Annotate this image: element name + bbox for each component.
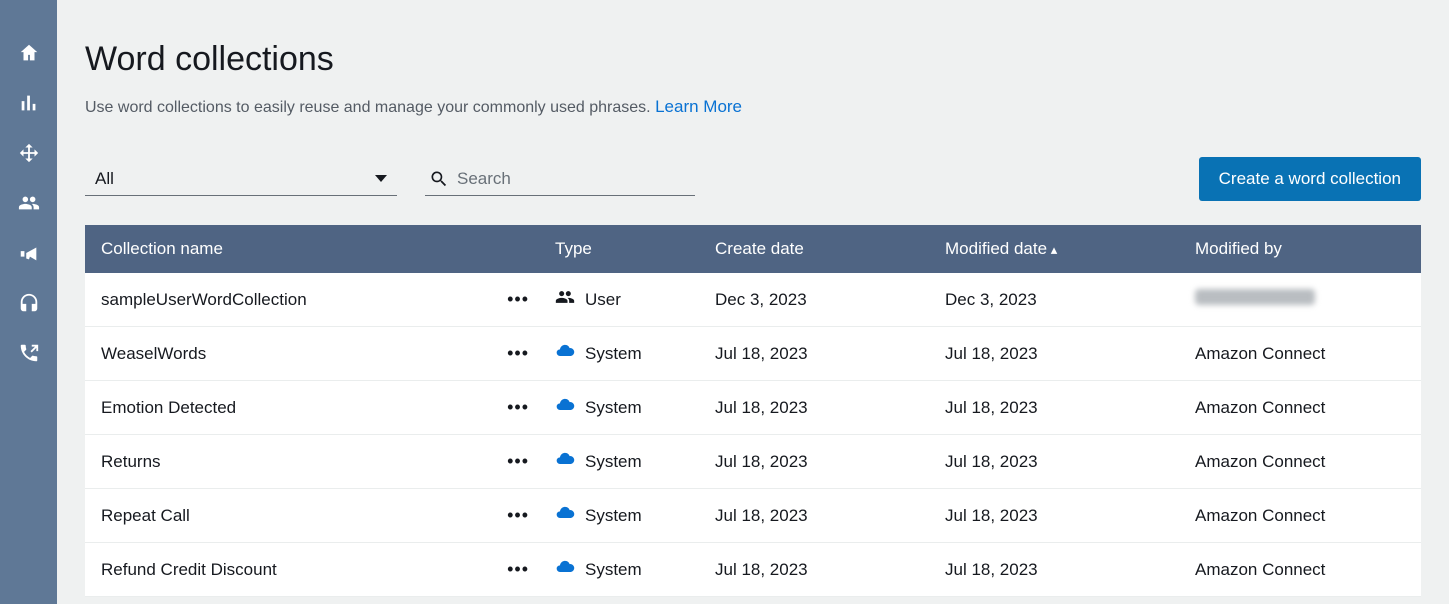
- modified-date: Jul 18, 2023: [929, 489, 1179, 543]
- type-label: System: [585, 560, 642, 580]
- phone-icon[interactable]: [18, 342, 40, 364]
- table-row: WeaselWords ••• System Jul 18, 2023Jul 18, …: [85, 327, 1421, 381]
- row-actions: •••: [485, 273, 539, 327]
- modified-by: Amazon Connect: [1179, 327, 1421, 381]
- type-cell: User: [539, 273, 699, 327]
- create-date: Jul 18, 2023: [699, 489, 929, 543]
- type-label: System: [585, 398, 642, 418]
- row-actions: •••: [485, 327, 539, 381]
- more-actions-icon[interactable]: •••: [507, 343, 529, 363]
- search-icon: [429, 169, 449, 189]
- users-icon[interactable]: [18, 192, 40, 214]
- cloud-icon: [555, 341, 575, 366]
- cloud-icon: [555, 557, 575, 582]
- col-modified-by[interactable]: Modified by: [1179, 225, 1421, 273]
- description-text: Use word collections to easily reuse and…: [85, 99, 651, 116]
- more-actions-icon[interactable]: •••: [507, 289, 529, 309]
- create-date: Jul 18, 2023: [699, 543, 929, 597]
- type-cell: System: [539, 543, 699, 597]
- cloud-icon: [555, 503, 575, 528]
- main-content: Word collections Use word collections to…: [57, 0, 1449, 604]
- modified-by: [1179, 273, 1421, 327]
- col-modified-date[interactable]: Modified date: [929, 225, 1179, 273]
- collection-name-link[interactable]: Emotion Detected: [85, 381, 485, 435]
- table-row: Emotion Detected ••• System Jul 18, 2023Jul…: [85, 381, 1421, 435]
- collection-name-link[interactable]: Refund Credit Discount: [85, 543, 485, 597]
- collection-name-link[interactable]: sampleUserWordCollection: [85, 273, 485, 327]
- row-actions: •••: [485, 435, 539, 489]
- redacted-value: [1195, 289, 1315, 305]
- type-cell: System: [539, 327, 699, 381]
- type-label: User: [585, 290, 621, 310]
- modified-date: Dec 3, 2023: [929, 273, 1179, 327]
- user-icon: [555, 287, 575, 312]
- type-cell: System: [539, 381, 699, 435]
- col-create-date[interactable]: Create date: [699, 225, 929, 273]
- table-row: Returns ••• System Jul 18, 2023Jul 18, 2023…: [85, 435, 1421, 489]
- routing-icon[interactable]: [18, 142, 40, 164]
- page-title: Word collections: [85, 40, 1421, 79]
- chevron-down-icon: [375, 175, 387, 182]
- row-actions: •••: [485, 489, 539, 543]
- col-type[interactable]: Type: [539, 225, 699, 273]
- collection-name-link[interactable]: Returns: [85, 435, 485, 489]
- table-row: sampleUserWordCollection ••• User Dec 3, 20…: [85, 273, 1421, 327]
- cloud-icon: [555, 449, 575, 474]
- learn-more-link[interactable]: Learn More: [655, 97, 742, 116]
- type-label: System: [585, 452, 642, 472]
- filter-dropdown[interactable]: All: [85, 163, 397, 196]
- more-actions-icon[interactable]: •••: [507, 451, 529, 471]
- type-cell: System: [539, 489, 699, 543]
- collection-name-link[interactable]: WeaselWords: [85, 327, 485, 381]
- analytics-icon[interactable]: [18, 92, 40, 114]
- type-label: System: [585, 344, 642, 364]
- create-date: Jul 18, 2023: [699, 381, 929, 435]
- toolbar: All Create a word collection: [85, 157, 1421, 201]
- page-description: Use word collections to easily reuse and…: [85, 97, 1421, 117]
- create-date: Jul 18, 2023: [699, 327, 929, 381]
- type-cell: System: [539, 435, 699, 489]
- row-actions: •••: [485, 543, 539, 597]
- campaigns-icon[interactable]: [18, 242, 40, 264]
- cloud-icon: [555, 395, 575, 420]
- search-box[interactable]: [425, 163, 695, 196]
- modified-date: Jul 18, 2023: [929, 381, 1179, 435]
- row-actions: •••: [485, 381, 539, 435]
- create-date: Dec 3, 2023: [699, 273, 929, 327]
- table-row: Refund Credit Discount ••• System Jul 18, 2…: [85, 543, 1421, 597]
- collection-name-link[interactable]: Repeat Call: [85, 489, 485, 543]
- modified-by: Amazon Connect: [1179, 381, 1421, 435]
- col-name[interactable]: Collection name: [85, 225, 539, 273]
- more-actions-icon[interactable]: •••: [507, 559, 529, 579]
- collections-table: Collection name Type Create date Modifie…: [85, 225, 1421, 597]
- create-collection-button[interactable]: Create a word collection: [1199, 157, 1421, 201]
- sidebar-nav: [0, 0, 57, 604]
- filter-label: All: [95, 169, 114, 189]
- table-row: Repeat Call ••• System Jul 18, 2023Jul 18, …: [85, 489, 1421, 543]
- modified-by: Amazon Connect: [1179, 489, 1421, 543]
- type-label: System: [585, 506, 642, 526]
- table-header: Collection name Type Create date Modifie…: [85, 225, 1421, 273]
- search-input[interactable]: [457, 169, 691, 189]
- modified-by: Amazon Connect: [1179, 543, 1421, 597]
- home-icon[interactable]: [18, 42, 40, 64]
- modified-date: Jul 18, 2023: [929, 327, 1179, 381]
- more-actions-icon[interactable]: •••: [507, 397, 529, 417]
- modified-by: Amazon Connect: [1179, 435, 1421, 489]
- headset-icon[interactable]: [18, 292, 40, 314]
- modified-date: Jul 18, 2023: [929, 435, 1179, 489]
- modified-date: Jul 18, 2023: [929, 543, 1179, 597]
- more-actions-icon[interactable]: •••: [507, 505, 529, 525]
- create-date: Jul 18, 2023: [699, 435, 929, 489]
